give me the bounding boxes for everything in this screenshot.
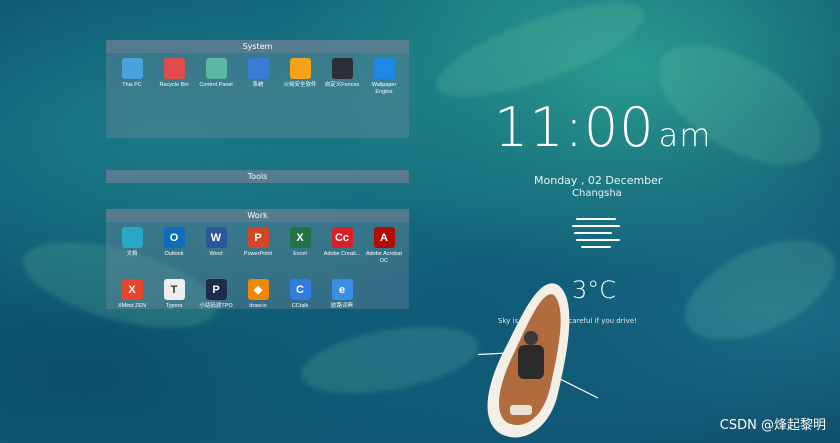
xmind-icon: X — [121, 279, 143, 300]
desktop-shortcut[interactable]: 系统 — [237, 55, 279, 107]
desktop-shortcut-label: 欧路词典 — [330, 303, 353, 309]
desktop-shortcut-label: 小站码渡TPO — [199, 303, 233, 309]
fog-icon — [572, 218, 620, 260]
desktop-shortcut-label: Typora — [165, 303, 183, 309]
typora-icon: T — [163, 279, 185, 300]
monitor-icon — [121, 58, 143, 79]
desktop-shortcut-label: This PC — [122, 82, 142, 88]
outlook-icon: O — [163, 227, 185, 248]
desktop-shortcut-label: draw.io — [249, 303, 267, 309]
clock-ampm: am — [658, 116, 712, 154]
desktop-shortcut[interactable]: Control Panel — [195, 55, 237, 107]
clock-time-value: 11:00 — [494, 96, 655, 159]
date-text: Monday , 02 December — [534, 174, 663, 187]
desktop-shortcut[interactable]: 自定义Fences — [321, 55, 363, 107]
fence-work[interactable]: Work 文档 O Outlook W Word P PowerPoint X Excel Cc A… — [106, 209, 409, 309]
desktop-shortcut[interactable]: T Typora — [153, 276, 195, 328]
desktop-shortcut-label: 火绒安全软件 — [283, 82, 317, 88]
desktop-shortcut[interactable]: X XMind ZEN — [111, 276, 153, 328]
fence-work-icons: 文档 O Outlook W Word P PowerPoint X Excel Cc Adobe … — [106, 222, 409, 328]
fence-system-icons: This PC Recycle Bin Control Panel 系统 火绒安全软件 自… — [106, 53, 409, 107]
desktop-shortcut-label: Recycle Bin — [159, 82, 189, 88]
fence-title-work[interactable]: Work — [106, 209, 409, 222]
tpo-icon: P — [205, 279, 227, 300]
wallpaper-streak — [296, 314, 484, 406]
desktop-shortcut[interactable]: A Adobe Acrobat DC — [363, 224, 405, 276]
desktop-shortcut-label: XMind ZEN — [117, 303, 147, 309]
desktop-shortcut[interactable]: Cc Adobe Creati... — [321, 224, 363, 276]
desktop-shortcut[interactable]: e 欧路词典 — [321, 276, 363, 328]
desktop-shortcut-label: PowerPoint — [243, 251, 273, 257]
clock-time: 11:00 am — [494, 96, 711, 167]
desktop-shortcut[interactable]: C CCtalk — [279, 276, 321, 328]
recycle-bin-icon — [163, 58, 185, 79]
desktop-shortcut[interactable]: W Word — [195, 224, 237, 276]
folder-icon — [121, 227, 143, 248]
city-text: Changsha — [572, 188, 622, 199]
desktop-shortcut-label: 自定义Fences — [324, 82, 360, 88]
wallpaper-streak — [670, 219, 840, 361]
desktop-shortcut-label: Adobe Creati... — [323, 251, 361, 257]
finder-icon — [247, 58, 269, 79]
fence-title-tools[interactable]: Tools — [106, 170, 409, 183]
excel-icon: X — [289, 227, 311, 248]
desktop-shortcut[interactable]: Recycle Bin — [153, 55, 195, 107]
desktop-shortcut-label: Adobe Acrobat DC — [365, 251, 403, 264]
desktop-shortcut[interactable]: 火绒安全软件 — [279, 55, 321, 107]
desktop-shortcut-label: CCtalk — [291, 303, 309, 309]
desktop-shortcut[interactable]: Wallpaper Engine — [363, 55, 405, 107]
desktop-shortcut[interactable]: P PowerPoint — [237, 224, 279, 276]
cctalk-icon: C — [289, 279, 311, 300]
csdn-watermark: CSDN @烽起黎明 — [719, 418, 826, 433]
fence-title-system[interactable]: System — [106, 40, 409, 53]
desktop-shortcut[interactable]: P 小站码渡TPO — [195, 276, 237, 328]
acrobat-icon: A — [373, 227, 395, 248]
gear-icon — [373, 58, 395, 79]
boat-illustration — [478, 283, 598, 438]
control-panel-icon — [205, 58, 227, 79]
desktop-shortcut-label: Word — [209, 251, 223, 257]
desktop-shortcut-label: Control Panel — [199, 82, 233, 88]
powerpoint-icon: P — [247, 227, 269, 248]
desktop-shortcut-label: 系统 — [252, 82, 264, 88]
drawio-icon: ◆ — [247, 279, 269, 300]
desktop-shortcut[interactable]: X Excel — [279, 224, 321, 276]
desktop-shortcut[interactable]: O Outlook — [153, 224, 195, 276]
fences-icon — [331, 58, 353, 79]
word-icon: W — [205, 227, 227, 248]
desktop-shortcut[interactable]: ◆ draw.io — [237, 276, 279, 328]
desktop-shortcut-label: Outlook — [164, 251, 184, 257]
desktop-shortcut-label: Wallpaper Engine — [371, 82, 397, 95]
creative-cloud-icon: Cc — [331, 227, 353, 248]
fence-system[interactable]: System This PC Recycle Bin Control Panel 系统… — [106, 40, 409, 138]
desktop-shortcut[interactable]: 文档 — [111, 224, 153, 276]
fence-tools[interactable]: Tools — [106, 170, 409, 183]
desktop-shortcut-label: Excel — [293, 251, 307, 257]
desktop-shortcut-label: 文档 — [126, 251, 138, 257]
desktop-shortcut[interactable]: This PC — [111, 55, 153, 107]
clock-widget: 11:00 am — [494, 96, 711, 167]
shield-icon — [289, 58, 311, 79]
eudic-icon: e — [331, 279, 353, 300]
